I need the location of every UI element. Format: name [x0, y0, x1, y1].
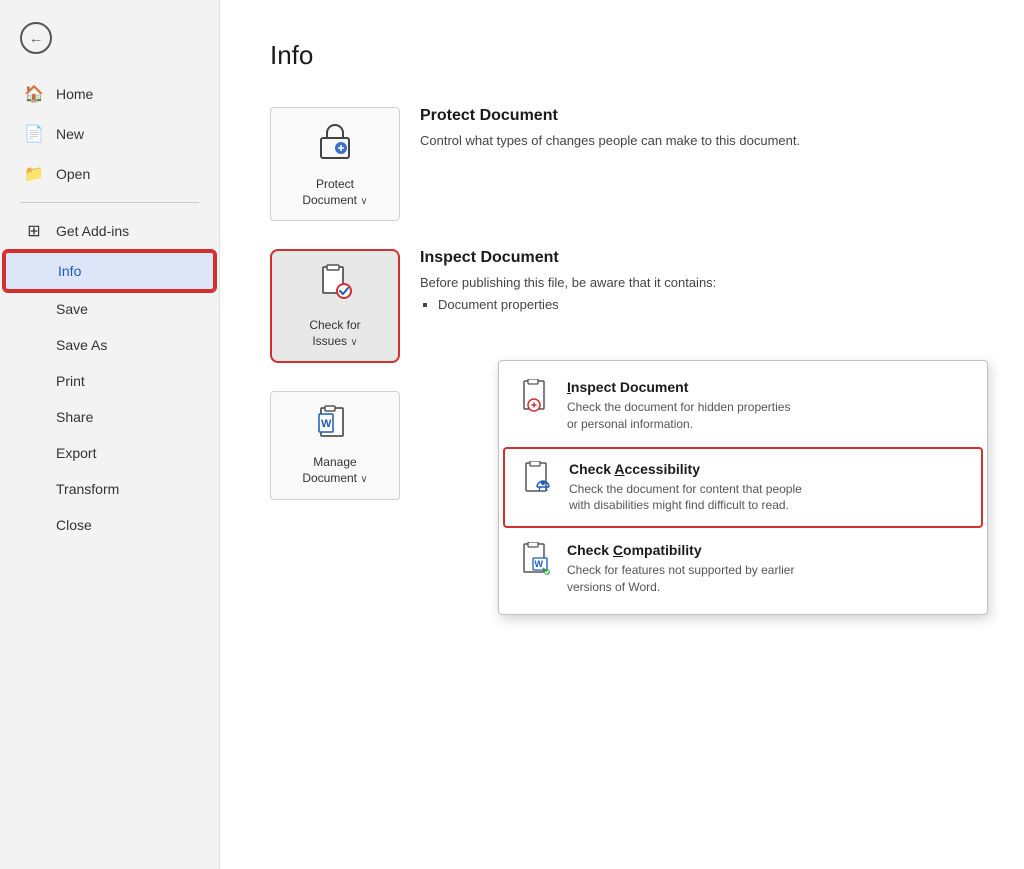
sidebar-item-share[interactable]: Share — [4, 399, 215, 435]
inspect-document-description: Before publishing this file, be aware th… — [420, 273, 974, 293]
check-accessibility-text: Check Accessibility Check the document f… — [569, 461, 802, 515]
check-issues-label: Check forIssues ∨ — [309, 318, 360, 349]
dropdown-item-compatibility[interactable]: W Check Compatibility Check for features… — [503, 530, 983, 608]
protect-document-heading: Protect Document — [420, 107, 974, 125]
sidebar-item-transform-label: Transform — [56, 481, 119, 497]
sidebar-item-save-as-label: Save As — [56, 337, 107, 353]
open-folder-icon: 📁 — [24, 164, 44, 184]
inspect-document-dropdown-description: Check the document for hidden properties… — [567, 399, 790, 433]
sidebar-divider — [20, 202, 199, 203]
back-button[interactable]: ← — [0, 10, 219, 66]
inspect-document-bullet: Document properties — [438, 297, 974, 312]
main-content: Info ProtectDocument ∨ Protect Document — [220, 0, 1024, 869]
manage-document-label: ManageDocument ∨ — [302, 455, 367, 486]
inspect-document-list: Document properties — [438, 297, 974, 312]
check-issues-row: Check forIssues ∨ Inspect Document Befor… — [270, 249, 974, 363]
check-issues-icon — [315, 263, 355, 310]
lock-icon — [317, 120, 353, 169]
dropdown-item-accessibility[interactable]: Check Accessibility Check the document f… — [503, 447, 983, 529]
sidebar-item-info-label: Info — [58, 263, 81, 279]
protect-document-row: ProtectDocument ∨ Protect Document Contr… — [270, 107, 974, 221]
sidebar-item-share-label: Share — [56, 409, 93, 425]
sidebar-item-home[interactable]: 🏠 Home — [4, 74, 215, 114]
info-cards: ProtectDocument ∨ Protect Document Contr… — [270, 107, 974, 363]
check-accessibility-dropdown-heading: Check Accessibility — [569, 461, 802, 477]
svg-text:W: W — [321, 418, 332, 430]
protect-document-description: Control what types of changes people can… — [420, 131, 974, 151]
manage-document-button[interactable]: W ManageDocument ∨ — [270, 391, 400, 499]
sidebar-item-addins[interactable]: ⊞ Get Add-ins — [4, 211, 215, 251]
sidebar-item-addins-label: Get Add-ins — [56, 223, 129, 239]
dropdown-menu: Inspect Document Check the document for … — [498, 360, 988, 615]
sidebar-item-close-label: Close — [56, 517, 92, 533]
check-accessibility-icon — [521, 461, 557, 497]
sidebar-item-home-label: Home — [56, 86, 93, 102]
protect-document-button[interactable]: ProtectDocument ∨ — [270, 107, 400, 221]
sidebar-item-export[interactable]: Export — [4, 435, 215, 471]
home-icon: 🏠 — [24, 84, 44, 104]
inspect-document-info: Inspect Document Before publishing this … — [420, 249, 974, 312]
inspect-document-icon — [519, 379, 555, 415]
sidebar-item-new[interactable]: 📄 New — [4, 114, 215, 154]
check-for-issues-button[interactable]: Check forIssues ∨ — [270, 249, 400, 363]
back-arrow-icon: ← — [20, 22, 52, 54]
sidebar-item-save[interactable]: Save — [4, 291, 215, 327]
protect-document-info: Protect Document Control what types of c… — [420, 107, 974, 151]
sidebar-item-print[interactable]: Print — [4, 363, 215, 399]
check-compatibility-text: Check Compatibility Check for features n… — [567, 542, 794, 596]
inspect-document-heading: Inspect Document — [420, 249, 974, 267]
check-compatibility-dropdown-heading: Check Compatibility — [567, 542, 794, 558]
dropdown-item-inspect[interactable]: Inspect Document Check the document for … — [503, 367, 983, 445]
sidebar-item-save-as[interactable]: Save As — [4, 327, 215, 363]
sidebar-item-close[interactable]: Close — [4, 507, 215, 543]
sidebar-item-open[interactable]: 📁 Open — [4, 154, 215, 194]
check-compatibility-icon: W — [519, 542, 555, 578]
sidebar: ← 🏠 Home 📄 New 📁 Open ⊞ Get Add-ins Info… — [0, 0, 220, 869]
sidebar-item-print-label: Print — [56, 373, 85, 389]
addins-icon: ⊞ — [24, 221, 44, 241]
sidebar-item-export-label: Export — [56, 445, 96, 461]
sidebar-item-open-label: Open — [56, 166, 90, 182]
sidebar-item-info[interactable]: Info — [4, 251, 215, 291]
svg-text:W: W — [535, 559, 544, 569]
check-compatibility-dropdown-description: Check for features not supported by earl… — [567, 562, 794, 596]
sidebar-item-new-label: New — [56, 126, 84, 142]
sidebar-item-save-label: Save — [56, 301, 88, 317]
new-document-icon: 📄 — [24, 124, 44, 144]
manage-document-icon: W — [317, 404, 353, 447]
protect-document-label: ProtectDocument ∨ — [302, 177, 367, 208]
check-accessibility-dropdown-description: Check the document for content that peop… — [569, 481, 802, 515]
inspect-document-dropdown-heading: Inspect Document — [567, 379, 790, 395]
inspect-document-text: Inspect Document Check the document for … — [567, 379, 790, 433]
page-title: Info — [270, 40, 974, 71]
sidebar-item-transform[interactable]: Transform — [4, 471, 215, 507]
